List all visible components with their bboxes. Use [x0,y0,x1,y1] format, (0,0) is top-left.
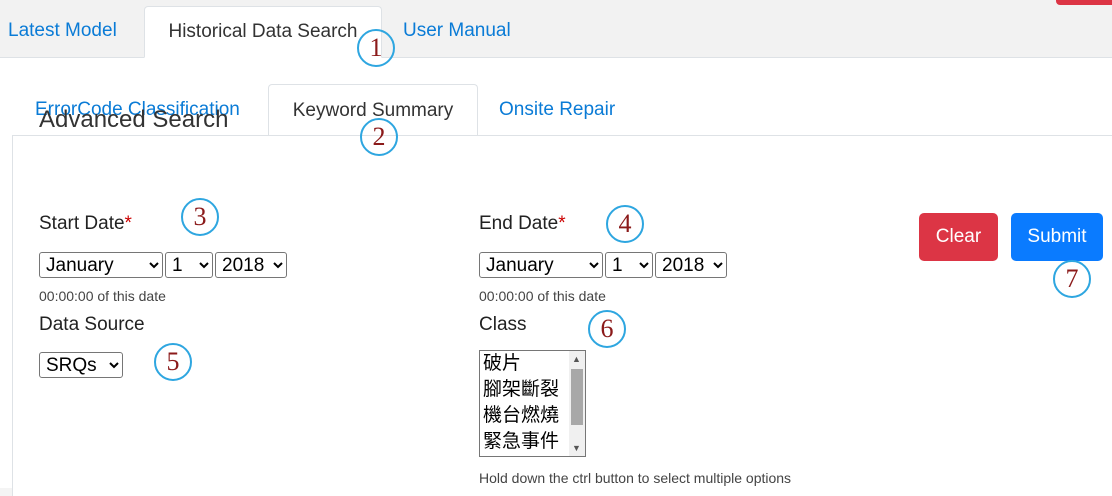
end-day-select[interactable]: 1 [605,252,653,278]
top-tab-bar: Latest Model Historical Data Search User… [0,0,1112,58]
annotation-4: 4 [606,205,644,243]
scrollbar-thumb[interactable] [571,369,583,425]
red-corner-element [1056,0,1112,5]
annotation-5: 5 [154,343,192,381]
advanced-search-title: Advanced Search [39,106,229,133]
required-mark: * [124,213,132,234]
tab-historical-data-search[interactable]: Historical Data Search [144,6,382,58]
scroll-up-icon[interactable]: ▲ [572,354,581,364]
end-date-label: End Date* [479,213,566,234]
class-hint: Hold down the ctrl button to select mult… [479,470,792,486]
end-month-select[interactable]: January [479,252,603,278]
start-date-label: Start Date* [39,213,132,234]
submit-button[interactable]: Submit [1011,213,1103,261]
annotation-7: 7 [1053,260,1091,298]
start-date-hint: 00:00:00 of this date [39,288,166,304]
annotation-1: 1 [357,29,395,67]
listbox-scrollbar[interactable]: ▲ ▼ [569,351,585,456]
tab-onsite-repair[interactable]: Onsite Repair [499,84,639,136]
class-listbox[interactable]: 破片 腳架斷裂 機台燃燒 緊急事件 ▲ ▼ [479,350,586,457]
annotation-6: 6 [588,310,626,348]
tab-latest-model[interactable]: Latest Model [8,6,133,58]
tab-user-manual[interactable]: User Manual [403,6,523,58]
start-year-select[interactable]: 2018 [215,252,287,278]
start-month-select[interactable]: January [39,252,163,278]
end-date-hint: 00:00:00 of this date [479,288,606,304]
annotation-3: 3 [181,198,219,236]
data-source-select[interactable]: SRQs [39,352,123,378]
end-year-select[interactable]: 2018 [655,252,727,278]
class-label: Class [479,314,527,335]
required-mark: * [558,213,566,234]
start-day-select[interactable]: 1 [165,252,213,278]
scroll-down-icon[interactable]: ▼ [572,443,581,453]
data-source-label: Data Source [39,314,145,335]
annotation-2: 2 [360,118,398,156]
clear-button[interactable]: Clear [919,213,998,261]
